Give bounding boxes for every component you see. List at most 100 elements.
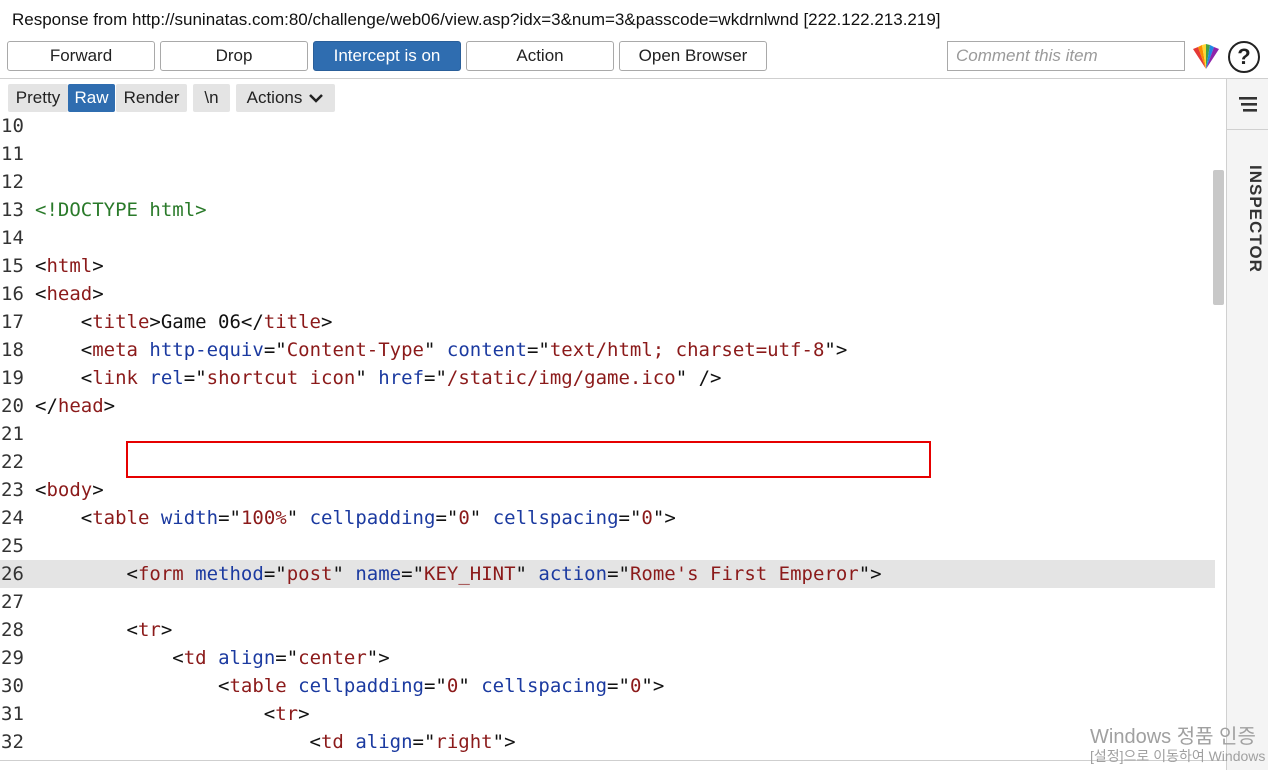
code-token: content <box>446 339 527 361</box>
highlight-color-icon[interactable] <box>1189 43 1223 71</box>
open-browser-button[interactable]: Open Browser <box>619 41 767 71</box>
code-token: head <box>46 283 93 305</box>
line-number: 21 <box>1 423 24 445</box>
code-line[interactable]: 10 <box>0 115 1215 140</box>
code-token: >Game 06</ <box>149 311 264 333</box>
code-token: < <box>35 563 138 585</box>
code-line[interactable]: 14 <box>0 224 1215 252</box>
code-token: <!DOCTYPE html> <box>35 199 207 221</box>
code-line[interactable]: 31 <tr> <box>0 700 1215 728</box>
code-token: cellpadding <box>309 507 436 529</box>
code-line[interactable]: 19 <link rel="shortcut icon" href="/stat… <box>0 364 1215 392</box>
code-line[interactable]: 29 <td align="center"> <box>0 644 1215 672</box>
inspector-tab[interactable]: INSPECTOR <box>1231 139 1265 299</box>
code-token: html <box>46 255 93 277</box>
code-token: meta <box>92 339 138 361</box>
code-token: =" <box>183 367 207 389</box>
code-line[interactable]: 30 <table cellpadding="0" cellspacing="0… <box>0 672 1215 700</box>
panel-divider <box>1227 129 1268 130</box>
code-line[interactable]: 26 <form method="post" name="KEY_HINT" a… <box>0 560 1215 588</box>
code-token: Content-Type <box>286 339 424 361</box>
code-token: > <box>92 255 104 277</box>
code-token: head <box>57 395 104 417</box>
line-number: 28 <box>1 619 24 641</box>
inspector-side-panel: INSPECTOR <box>1226 79 1268 770</box>
code-line[interactable]: 12 <box>0 168 1215 196</box>
newline-toggle-button[interactable]: \n <box>193 84 230 112</box>
code-token: Rome's First Emperor <box>629 563 859 585</box>
code-token: =" <box>607 675 630 697</box>
help-icon[interactable]: ? <box>1228 41 1260 73</box>
code-line[interactable]: 18 <meta http-equiv="Content-Type" conte… <box>0 336 1215 364</box>
code-token: " <box>515 563 539 585</box>
line-number: 10 <box>1 115 24 137</box>
highlight-annotation-box <box>126 441 931 478</box>
code-token: td <box>183 647 207 669</box>
line-number: 31 <box>1 703 24 725</box>
line-number: 26 <box>1 563 24 585</box>
code-token: post <box>286 563 333 585</box>
code-line[interactable]: 27 <box>0 588 1215 616</box>
tab-render[interactable]: Render <box>116 84 187 112</box>
line-number: 24 <box>1 507 24 529</box>
code-token: link <box>92 367 138 389</box>
code-token: =" <box>618 507 642 529</box>
code-token: =" <box>263 339 287 361</box>
code-token: > <box>321 311 333 333</box>
code-token: " <box>469 507 493 529</box>
code-token: < <box>35 311 93 333</box>
code-token: 0 <box>629 675 642 697</box>
code-token: cellspacing <box>492 507 619 529</box>
code-line[interactable]: 24 <table width="100%" cellpadding="0" c… <box>0 504 1215 532</box>
line-number: 25 <box>1 535 24 557</box>
code-token: < <box>35 703 276 725</box>
code-line[interactable]: 20 </head> <box>0 392 1215 420</box>
code-line[interactable]: 13 <!DOCTYPE html> <box>0 196 1215 224</box>
code-token: =" <box>401 563 425 585</box>
code-line[interactable]: 25 <box>0 532 1215 560</box>
intercept-toggle-button[interactable]: Intercept is on <box>313 41 461 71</box>
code-token: =" <box>412 731 436 753</box>
code-token: table <box>92 507 150 529</box>
line-number: 18 <box>1 339 24 361</box>
code-line[interactable]: 23 <body> <box>0 476 1215 504</box>
code-token: " <box>286 507 310 529</box>
drop-button[interactable]: Drop <box>160 41 308 71</box>
code-token: </ <box>35 395 58 417</box>
actions-menu-button[interactable]: Actions <box>236 84 335 112</box>
chevron-down-icon <box>309 94 324 103</box>
code-line[interactable]: 11 <box>0 140 1215 168</box>
action-button[interactable]: Action <box>466 41 614 71</box>
editor-scrollbar[interactable] <box>1213 170 1224 305</box>
code-line[interactable]: 17 <title>Game 06</title> <box>0 308 1215 336</box>
code-token: title <box>92 311 150 333</box>
panel-menu-icon[interactable] <box>1237 95 1259 113</box>
line-number: 16 <box>1 283 24 305</box>
bottom-search-bar <box>0 760 1226 771</box>
line-number: 11 <box>1 143 24 165</box>
line-number: 32 <box>1 731 24 753</box>
code-token: > <box>160 619 173 641</box>
code-token: 0 <box>446 675 459 697</box>
code-token: http-equiv <box>149 339 264 361</box>
code-line[interactable]: 15 <html> <box>0 252 1215 280</box>
code-token: tr <box>137 619 161 641</box>
proxy-toolbar: Forward Drop Intercept is on Action Open… <box>0 40 1268 78</box>
code-line[interactable]: 32 <td align="right"> <box>0 728 1215 756</box>
tab-pretty[interactable]: Pretty <box>8 84 68 112</box>
line-number: 20 <box>1 395 24 417</box>
comment-input[interactable] <box>947 41 1185 71</box>
code-token: < <box>35 255 47 277</box>
tab-raw[interactable]: Raw <box>68 84 115 112</box>
code-token: =" <box>607 563 630 585</box>
windows-activation-watermark-title: Windows 정품 인증 <box>1090 726 1256 748</box>
code-line[interactable]: 28 <tr> <box>0 616 1215 644</box>
code-token: > <box>103 395 116 417</box>
forward-button[interactable]: Forward <box>7 41 155 71</box>
code-line[interactable]: 16 <head> <box>0 280 1215 308</box>
code-token: form <box>137 563 184 585</box>
code-token: title <box>263 311 321 333</box>
line-number: 29 <box>1 647 24 669</box>
